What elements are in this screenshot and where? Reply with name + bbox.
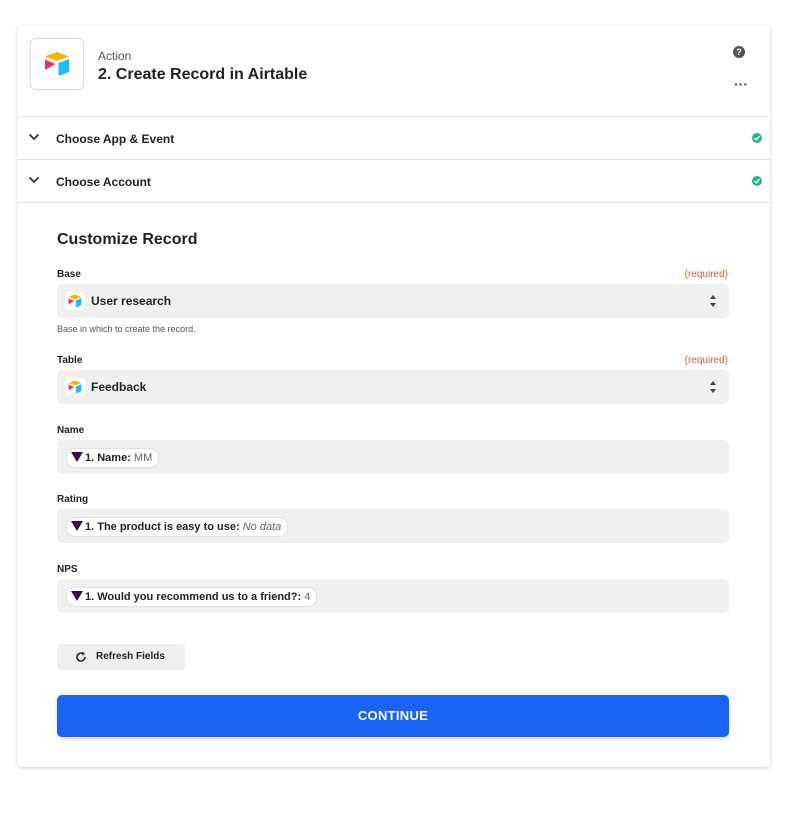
rating-field[interactable]: 1. The product is easy to use: No data [57, 509, 729, 543]
token-value: No data [242, 521, 282, 533]
token-label: 1. Name: [85, 452, 131, 464]
help-icon[interactable]: ? [733, 46, 745, 58]
token-value: MM [133, 452, 153, 464]
table-label: Table [57, 355, 83, 366]
section-label: Choose Account [56, 175, 151, 189]
typeform-trigger-icon [71, 452, 83, 463]
nps-label: NPS [57, 564, 78, 575]
more-options-icon[interactable]: ··· [734, 76, 748, 92]
base-select[interactable]: User research [57, 284, 729, 318]
step-kind: Action [98, 49, 132, 63]
token-value: 4 [304, 591, 311, 603]
refresh-icon [76, 651, 86, 662]
base-value: User research [91, 294, 172, 308]
table-select[interactable]: Feedback [57, 370, 729, 404]
chevron-down-icon[interactable] [28, 174, 40, 186]
airtable-app-tile [30, 38, 84, 90]
typeform-trigger-icon [71, 521, 83, 532]
mapped-field-token[interactable]: 1. The product is easy to use: No data [66, 517, 289, 537]
base-label: Base [57, 269, 81, 280]
typeform-trigger-icon [71, 591, 83, 602]
token-label: 1. Would you recommend us to a friend?: [85, 591, 302, 603]
refresh-fields-button[interactable]: Refresh Fields [57, 644, 185, 670]
select-arrows-icon [710, 381, 716, 393]
base-hint: Base in which to create the record. [57, 324, 196, 334]
airtable-logo-icon [45, 52, 69, 76]
customize-record-section: Customize Record Base (required) User re… [18, 202, 770, 768]
continue-button[interactable]: CONTINUE [57, 695, 729, 737]
step-header[interactable]: Action 2. Create Record in Airtable ? ··… [18, 26, 770, 116]
section-label: Choose App & Event [56, 132, 175, 146]
step-title[interactable]: 2. Create Record in Airtable [98, 66, 307, 84]
nps-field[interactable]: 1. Would you recommend us to a friend?: … [57, 579, 729, 613]
name-field[interactable]: 1. Name: MM [57, 440, 729, 474]
section-heading: Customize Record [57, 231, 198, 248]
mapped-field-token[interactable]: 1. Name: MM [66, 448, 160, 468]
section-choose-account[interactable]: Choose Account [18, 159, 770, 202]
table-value: Feedback [91, 380, 147, 394]
airtable-logo-icon [65, 378, 85, 396]
rating-label: Rating [57, 494, 89, 505]
required-indicator: (required) [684, 269, 728, 280]
airtable-logo-icon [65, 292, 85, 310]
refresh-fields-label: Refresh Fields [96, 651, 165, 662]
check-circle-icon [752, 133, 762, 143]
mapped-field-token[interactable]: 1. Would you recommend us to a friend?: … [66, 587, 318, 607]
section-choose-app-event[interactable]: Choose App & Event [18, 116, 770, 159]
required-indicator: (required) [684, 355, 728, 366]
action-step-card: Action 2. Create Record in Airtable ? ··… [18, 26, 770, 767]
token-label: 1. The product is easy to use: [85, 521, 240, 533]
check-circle-icon [752, 176, 762, 186]
name-label: Name [57, 425, 85, 436]
select-arrows-icon [710, 295, 716, 307]
chevron-down-icon[interactable] [28, 131, 40, 143]
